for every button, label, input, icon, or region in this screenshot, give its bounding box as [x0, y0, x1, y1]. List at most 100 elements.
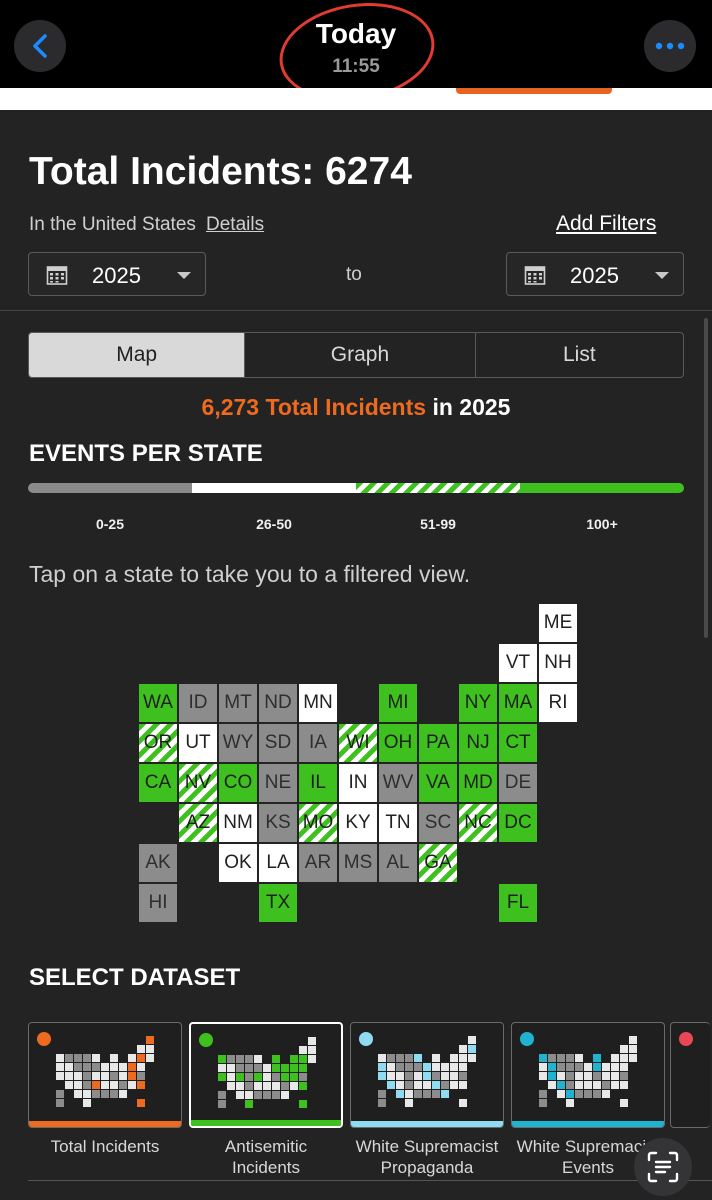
state-tile-ms[interactable]: MS [339, 844, 377, 882]
state-tile-ut[interactable]: UT [179, 724, 217, 762]
state-tile-ia[interactable]: IA [299, 724, 337, 762]
state-tile-nc[interactable]: NC [459, 804, 497, 842]
details-link[interactable]: Details [206, 214, 264, 236]
state-tile-la[interactable]: LA [259, 844, 297, 882]
state-tile-in[interactable]: IN [339, 764, 377, 802]
state-tile-pa[interactable]: PA [419, 724, 457, 762]
state-tile-nv[interactable]: NV [179, 764, 217, 802]
mini-map-tile [557, 1063, 565, 1071]
mini-map-tile [629, 1045, 637, 1053]
tab-list[interactable]: List [474, 333, 683, 377]
state-tile-ri[interactable]: RI [539, 684, 577, 722]
mini-map-tile [227, 1073, 235, 1081]
mini-map-tile [620, 1063, 628, 1071]
state-tile-az[interactable]: AZ [179, 804, 217, 842]
state-tile-ca[interactable]: CA [139, 764, 177, 802]
state-tile-vt[interactable]: VT [499, 644, 537, 682]
state-tile-fl[interactable]: FL [499, 884, 537, 922]
mini-map-tile [557, 1090, 565, 1098]
dataset-label: White Supremacist Propaganda [355, 1137, 499, 1177]
state-tile-md[interactable]: MD [459, 764, 497, 802]
state-tile-ak[interactable]: AK [139, 844, 177, 882]
state-tile-nj[interactable]: NJ [459, 724, 497, 762]
mini-map-tile [566, 1072, 574, 1080]
dataset-card-partial[interactable] [670, 1022, 710, 1128]
state-tile-ks[interactable]: KS [259, 804, 297, 842]
mini-map-tile [414, 1090, 422, 1098]
state-tile-va[interactable]: VA [419, 764, 457, 802]
mini-map-tile [92, 1081, 100, 1089]
state-tile-al[interactable]: AL [379, 844, 417, 882]
state-tile-ky[interactable]: KY [339, 804, 377, 842]
state-tile-me[interactable]: ME [539, 604, 577, 642]
from-year-select[interactable]: 2025 [28, 252, 206, 296]
mini-map-tile [245, 1100, 253, 1108]
mini-map-tile [272, 1064, 280, 1072]
mini-map-tile [254, 1073, 262, 1081]
mini-map-tile [101, 1063, 109, 1071]
to-year-select[interactable]: 2025 [506, 252, 684, 296]
state-tile-tx[interactable]: TX [259, 884, 297, 922]
tab-map[interactable]: Map [29, 333, 245, 377]
state-tile-wa[interactable]: WA [139, 684, 177, 722]
more-button[interactable] [644, 20, 696, 72]
dataset-card-1[interactable] [28, 1022, 182, 1128]
state-tile-tn[interactable]: TN [379, 804, 417, 842]
state-tile-wi[interactable]: WI [339, 724, 377, 762]
state-tile-ct[interactable]: CT [499, 724, 537, 762]
state-tile-or[interactable]: OR [139, 724, 177, 762]
mini-map-tile [432, 1090, 440, 1098]
mini-map-tile [272, 1091, 280, 1099]
state-tile-ma[interactable]: MA [499, 684, 537, 722]
state-tile-ga[interactable]: GA [419, 844, 457, 882]
mini-map-tile [137, 1045, 145, 1053]
mini-map-tile [468, 1045, 476, 1053]
state-tile-nd[interactable]: ND [259, 684, 297, 722]
mini-map-tile [128, 1072, 136, 1080]
legend-label: 51-99 [420, 516, 456, 532]
tab-graph[interactable]: Graph [244, 333, 474, 377]
state-tile-wy[interactable]: WY [219, 724, 257, 762]
scrollbar[interactable] [704, 318, 708, 638]
state-tile-sd[interactable]: SD [259, 724, 297, 762]
state-tile-dc[interactable]: DC [499, 804, 537, 842]
mini-map-tile [450, 1081, 458, 1089]
live-text-button[interactable] [634, 1138, 692, 1196]
dataset-card-2[interactable] [189, 1022, 343, 1128]
state-tile-de[interactable]: DE [499, 764, 537, 802]
mini-map-tile [83, 1063, 91, 1071]
state-tile-sc[interactable]: SC [419, 804, 457, 842]
mini-map-tile [620, 1099, 628, 1107]
mini-map-tile [593, 1081, 601, 1089]
state-tile-nh[interactable]: NH [539, 644, 577, 682]
state-tile-il[interactable]: IL [299, 764, 337, 802]
mini-map-tile [575, 1063, 583, 1071]
state-tile-mi[interactable]: MI [379, 684, 417, 722]
state-tile-ny[interactable]: NY [459, 684, 497, 722]
mini-map-tile [387, 1081, 395, 1089]
dataset-color-dot [520, 1032, 534, 1046]
state-tile-hi[interactable]: HI [139, 884, 177, 922]
state-tile-ne[interactable]: NE [259, 764, 297, 802]
mini-map-tile [56, 1054, 64, 1062]
mini-map-tile [557, 1081, 565, 1089]
mini-map-tile [423, 1081, 431, 1089]
state-tile-oh[interactable]: OH [379, 724, 417, 762]
dataset-card-3[interactable] [350, 1022, 504, 1128]
state-tile-mo[interactable]: MO [299, 804, 337, 842]
state-tile-id[interactable]: ID [179, 684, 217, 722]
state-tile-co[interactable]: CO [219, 764, 257, 802]
calendar-icon [524, 266, 546, 285]
mini-map-tile [396, 1090, 404, 1098]
mini-map-tile [272, 1073, 280, 1081]
mini-map-tile [396, 1063, 404, 1071]
state-tile-ar[interactable]: AR [299, 844, 337, 882]
state-tile-wv[interactable]: WV [379, 764, 417, 802]
mini-map-tile [396, 1081, 404, 1089]
add-filters-link[interactable]: Add Filters [556, 212, 656, 236]
state-tile-mn[interactable]: MN [299, 684, 337, 722]
state-tile-nm[interactable]: NM [219, 804, 257, 842]
state-tile-mt[interactable]: MT [219, 684, 257, 722]
dataset-card-4[interactable] [511, 1022, 665, 1128]
state-tile-ok[interactable]: OK [219, 844, 257, 882]
